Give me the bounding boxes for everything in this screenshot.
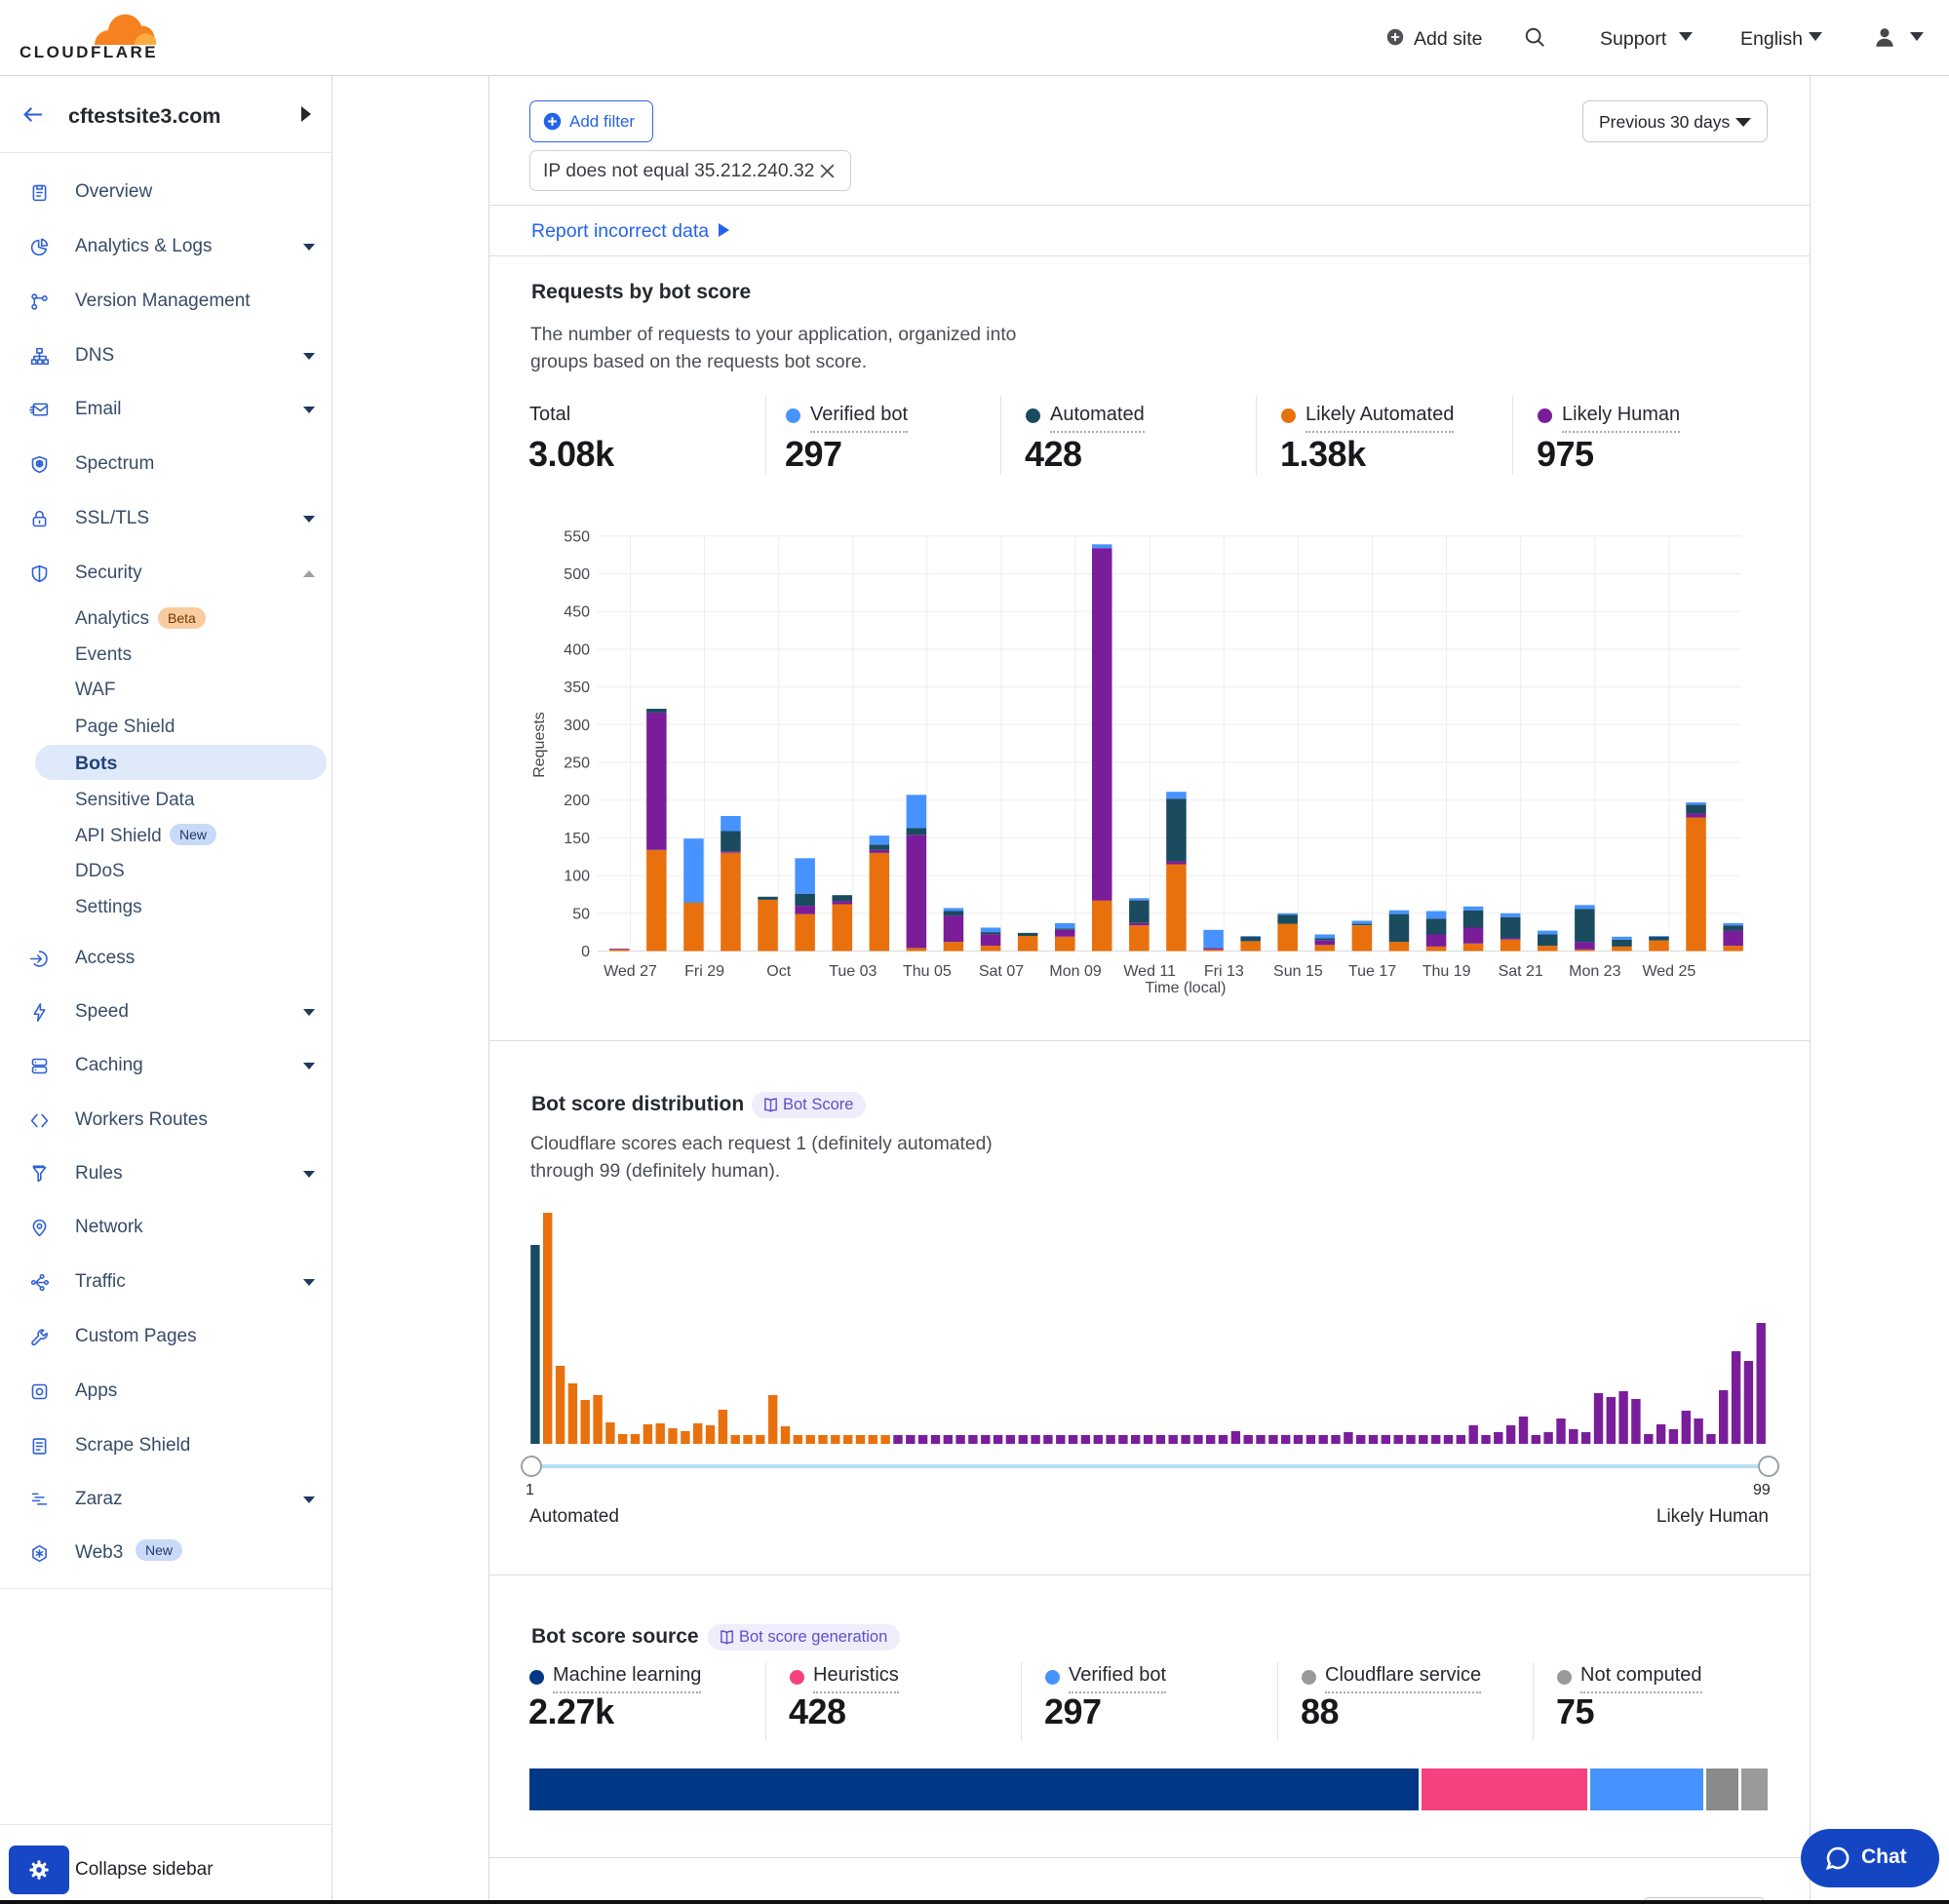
svg-text:400: 400 (564, 641, 590, 658)
svg-text:450: 450 (564, 604, 590, 621)
svg-text:Thu 19: Thu 19 (1423, 963, 1471, 980)
svg-text:Wed 25: Wed 25 (1642, 963, 1696, 980)
svg-text:Oct: Oct (766, 963, 791, 980)
svg-text:Thu 05: Thu 05 (903, 963, 952, 980)
svg-text:50: 50 (572, 906, 590, 922)
svg-text:550: 550 (564, 528, 590, 545)
svg-text:150: 150 (564, 831, 590, 847)
svg-text:Fri 13: Fri 13 (1204, 963, 1244, 980)
svg-text:Tue 03: Tue 03 (829, 963, 877, 980)
svg-text:250: 250 (564, 756, 590, 772)
svg-text:Requests: Requests (531, 712, 548, 778)
svg-text:CLOUDFLARE: CLOUDFLARE (19, 43, 158, 61)
svg-text:Fri 29: Fri 29 (684, 963, 724, 980)
svg-text:Tue 17: Tue 17 (1348, 963, 1396, 980)
svg-text:200: 200 (564, 793, 590, 809)
svg-text:Mon 09: Mon 09 (1049, 963, 1101, 980)
svg-text:Mon 23: Mon 23 (1569, 963, 1620, 980)
svg-text:Sat 07: Sat 07 (979, 963, 1024, 980)
svg-text:Time (local): Time (local) (1146, 980, 1227, 996)
svg-text:Wed 11: Wed 11 (1123, 963, 1176, 980)
svg-text:300: 300 (564, 718, 590, 734)
svg-text:Wed 27: Wed 27 (604, 963, 657, 980)
svg-text:0: 0 (581, 944, 590, 960)
svg-text:500: 500 (564, 566, 590, 583)
svg-text:Sun 15: Sun 15 (1273, 963, 1323, 980)
svg-text:Sat 21: Sat 21 (1499, 963, 1543, 980)
svg-text:100: 100 (564, 869, 590, 885)
svg-text:350: 350 (564, 680, 590, 696)
